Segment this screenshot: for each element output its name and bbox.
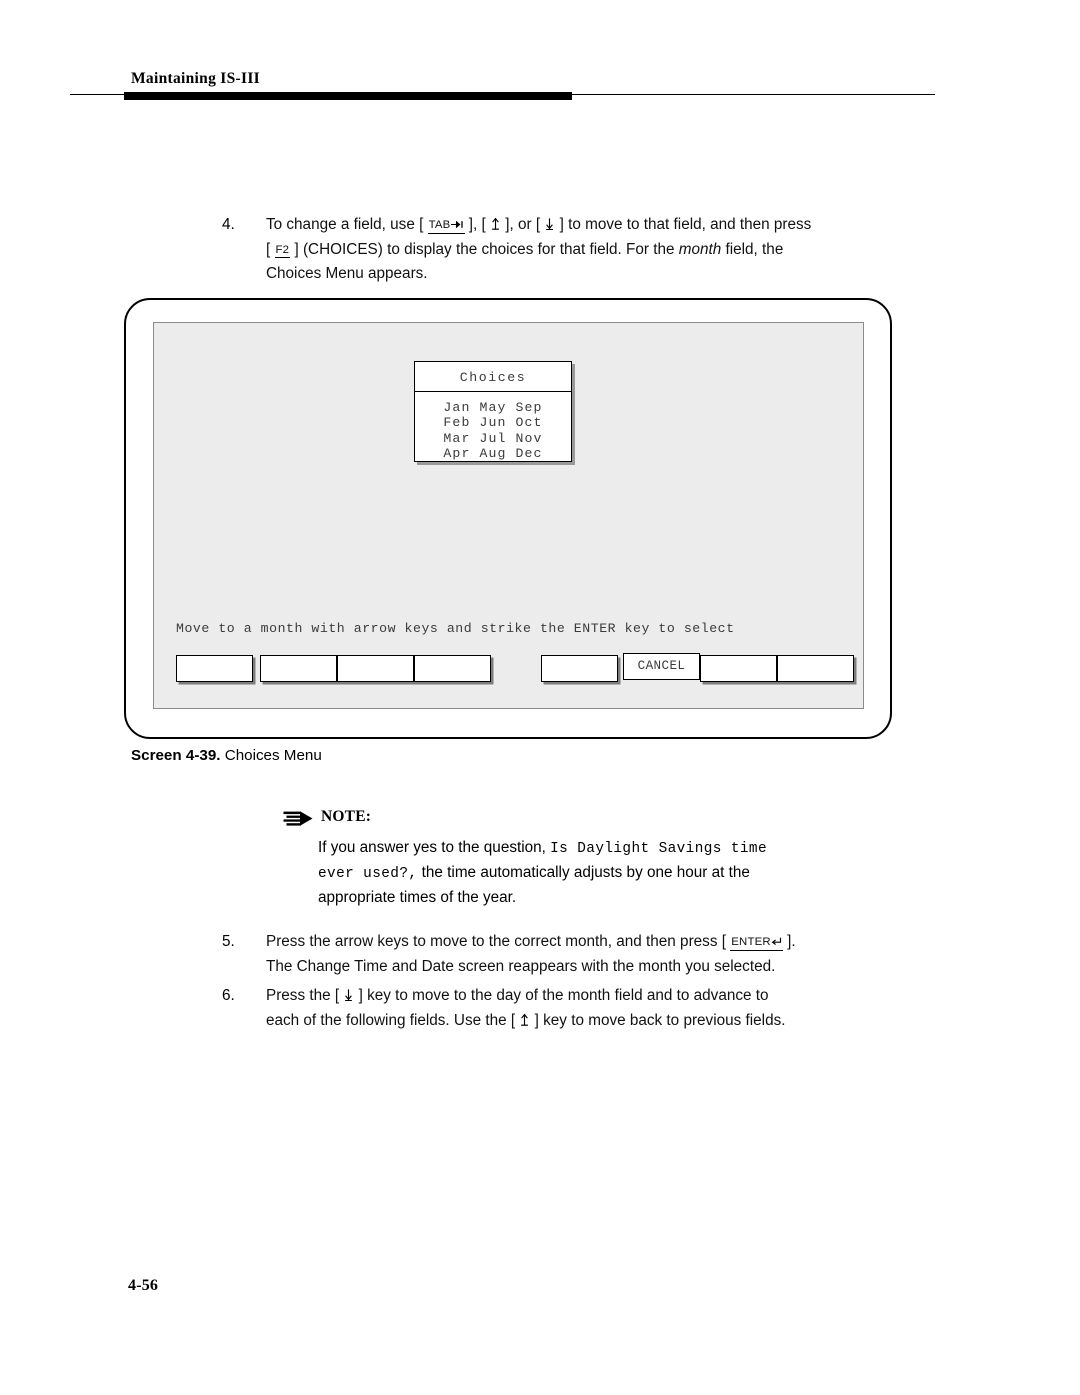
down-arrow-keycap-2: [343, 988, 354, 1002]
function-key-2[interactable]: [260, 655, 337, 682]
note-prompt-text-2: ever used?,: [318, 866, 418, 882]
f2-keycap: F2: [274, 244, 291, 258]
step-6-line-1: Press the [ ] key to move to the day of …: [266, 984, 891, 1009]
note-label: NOTE:: [321, 808, 372, 825]
note-prompt-text-1: Is Daylight Savings time: [550, 841, 767, 857]
page-header: Maintaining IS-III: [0, 0, 1080, 110]
step-4-number: 4.: [222, 216, 235, 233]
step-4-italic-month: month: [678, 240, 722, 258]
step-5-line-2: The Change Time and Date screen reappear…: [266, 957, 776, 975]
step-6-text-a: Press the [: [266, 987, 344, 1004]
enter-return-icon: [771, 937, 781, 945]
step-5-number: 5.: [222, 933, 235, 950]
arrow-up-icon: [492, 217, 499, 230]
figure-caption: Screen 4-39. Choices Menu: [131, 747, 322, 764]
up-arrow-keycap-1: [490, 217, 501, 231]
step-4-text-b: ], [: [464, 216, 490, 233]
step-6-text-d: ] key to move back to previous fields.: [530, 1011, 786, 1029]
function-key-4[interactable]: [414, 655, 491, 682]
note-text-a: If you answer yes to the question,: [318, 839, 551, 856]
step-4-line-1: To change a field, use [ TAB ], [ ], or …: [266, 213, 886, 238]
step-4-line-2: [ F2 ] (CHOICES) to display the choices …: [266, 238, 886, 263]
down-arrow-keycap-1: [544, 217, 555, 231]
note-header: NOTE:: [283, 808, 893, 830]
step-5: Press the arrow keys to move to the corr…: [266, 930, 886, 979]
arrow-up-icon: [521, 1013, 529, 1026]
enter-keycap-label: ENTER: [731, 936, 771, 948]
step-6-line-2: each of the following fields. Use the [ …: [266, 1009, 891, 1034]
step-6: Press the [ ] key to move to the day of …: [266, 984, 891, 1033]
figure-caption-text: Choices Menu: [220, 747, 322, 764]
function-key-1[interactable]: [176, 655, 253, 682]
arrow-down-icon: [546, 218, 554, 231]
step-5-line-1: Press the arrow keys to move to the corr…: [266, 930, 886, 955]
step-6-text-c: each of the following fields. Use the [: [266, 1011, 520, 1029]
tab-keycap-label: TAB: [428, 219, 451, 231]
tab-keycap: TAB: [427, 219, 465, 234]
tab-arrow-icon: [450, 220, 463, 229]
step-4-text-c: ], or [: [501, 216, 545, 233]
step-4-text-g: field, the: [721, 240, 784, 258]
choices-menu-row[interactable]: Mar Jul Nov: [415, 431, 571, 446]
function-key-3[interactable]: [337, 655, 414, 682]
note-block: NOTE: If you answer yes to the question,…: [283, 808, 893, 906]
running-header-title: Maintaining IS-III: [131, 70, 261, 87]
header-rule-thick: [124, 92, 572, 100]
terminal-figure: Choices Jan May Sep Feb Jun Oct Mar Jul …: [124, 298, 896, 743]
choices-menu-popup[interactable]: Choices Jan May Sep Feb Jun Oct Mar Jul …: [414, 361, 572, 462]
arrow-note-icon: [283, 810, 314, 832]
step-5-text-a: Press the arrow keys to move to the corr…: [266, 933, 731, 950]
step-4-text-a: To change a field, use [: [266, 216, 428, 233]
step-5-text-b: ].: [782, 933, 796, 950]
step-6-text-b: ] key to move to the day of the month fi…: [354, 987, 769, 1004]
note-text-c: appropriate times of the year.: [318, 889, 517, 906]
step-4-text-f: ] (CHOICES) to display the choices for t…: [290, 240, 679, 258]
choices-menu-row[interactable]: Jan May Sep: [415, 400, 571, 415]
note-text-b: the time automatically adjusts by one ho…: [417, 864, 750, 881]
function-key-7[interactable]: [700, 655, 777, 682]
terminal-screen: Choices Jan May Sep Feb Jun Oct Mar Jul …: [153, 322, 864, 709]
function-key-8[interactable]: [777, 655, 854, 682]
enter-keycap: ENTER: [730, 936, 783, 951]
step-4: To change a field, use [ TAB ], [ ], or …: [266, 213, 886, 287]
figure-caption-label: Screen 4-39.: [131, 747, 221, 764]
up-arrow-keycap-2: [519, 1013, 530, 1027]
screen-status-line: Move to a month with arrow keys and stri…: [176, 621, 735, 636]
choices-menu-row[interactable]: Apr Aug Dec: [415, 446, 571, 461]
page-number: 4-56: [128, 1277, 159, 1294]
step-4-text-d: ] to move to that field, and then press: [555, 216, 812, 233]
function-key-cancel[interactable]: CANCEL: [623, 653, 700, 680]
function-key-5[interactable]: [541, 655, 618, 682]
function-key-bar: CANCEL: [176, 653, 854, 689]
note-body: If you answer yes to the question, Is Da…: [318, 836, 893, 909]
choices-menu-grid: Jan May Sep Feb Jun Oct Mar Jul Nov Apr …: [415, 392, 571, 461]
step-6-number: 6.: [222, 987, 235, 1004]
arrow-down-icon: [345, 989, 353, 1002]
choices-menu-title: Choices: [459, 370, 527, 385]
step-4-text-e: [: [266, 240, 275, 258]
step-4-line-3: Choices Menu appears.: [266, 265, 428, 282]
choices-menu-row[interactable]: Feb Jun Oct: [415, 415, 571, 430]
